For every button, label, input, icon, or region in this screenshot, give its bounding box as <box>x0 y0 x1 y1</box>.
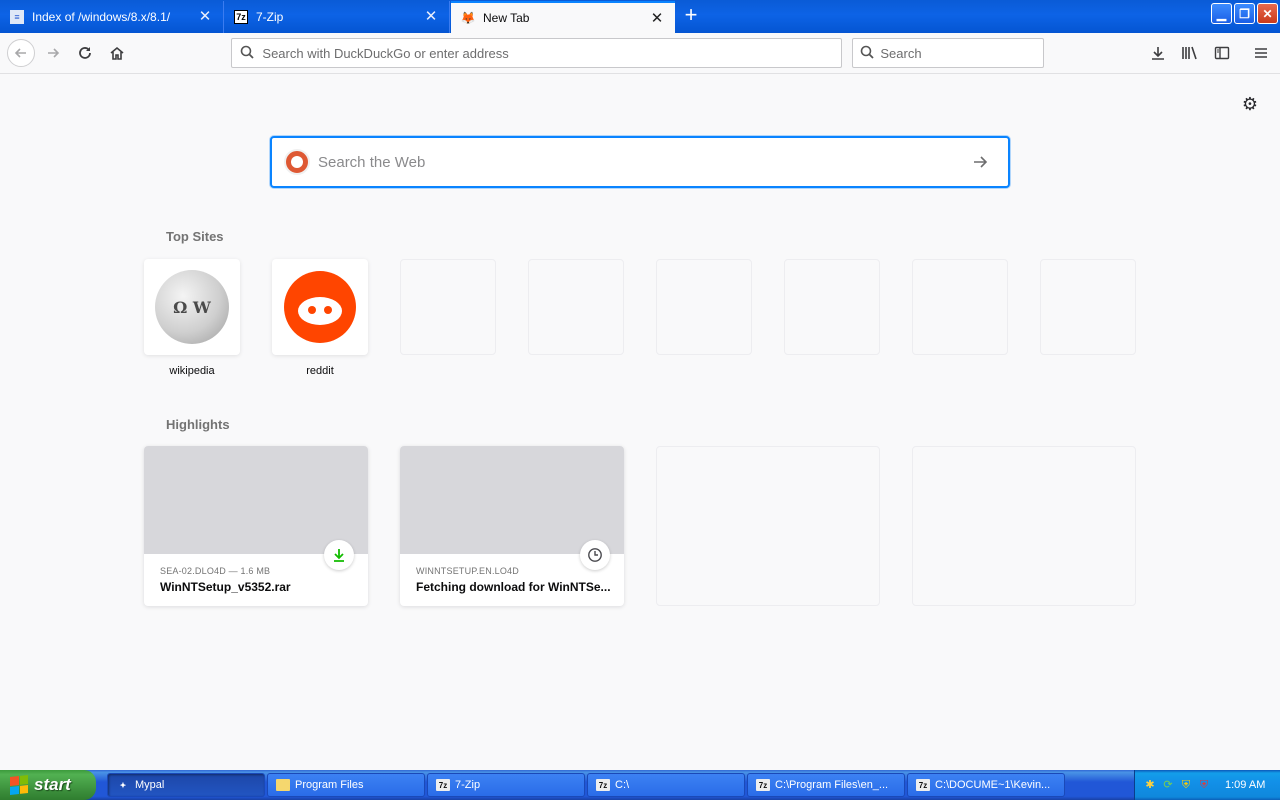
highlight-title: WinNTSetup_v5352.rar <box>160 580 291 594</box>
close-window-button[interactable]: ✕ <box>1257 3 1278 24</box>
reddit-snoo-icon <box>284 271 356 343</box>
antivirus-icon[interactable]: ⛨ <box>1197 778 1211 792</box>
library-icon[interactable] <box>1178 41 1202 65</box>
taskbar-item-label: Mypal <box>135 779 165 791</box>
taskbar-item-mypal[interactable]: ✦ Mypal <box>107 773 265 797</box>
web-search-box[interactable] <box>270 136 1010 188</box>
taskbar-item-program-files[interactable]: Program Files <box>267 773 425 797</box>
search-icon <box>232 45 262 62</box>
start-button[interactable]: start <box>0 770 96 800</box>
top-site-empty-slot <box>656 259 752 355</box>
downloads-icon[interactable] <box>1146 41 1170 65</box>
duckduckgo-logo-icon <box>284 149 310 175</box>
back-arrow-icon[interactable] <box>7 39 35 67</box>
address-bar[interactable] <box>231 38 842 68</box>
close-tab-icon[interactable]: ✕ <box>649 11 665 27</box>
taskbar: start ✦ Mypal Program Files 7z 7-Zip 7z … <box>0 770 1280 800</box>
search-icon <box>853 45 880 62</box>
download-icon <box>324 540 354 570</box>
address-input[interactable] <box>262 45 841 61</box>
gear-icon[interactable]: ⚙ <box>1240 94 1260 114</box>
system-tray: ✱ ⟳ ⛨ ⛨ 1:09 AM <box>1134 770 1280 800</box>
top-site-empty-slot <box>528 259 624 355</box>
top-site-label: reddit <box>306 365 334 377</box>
page-icon: ≡ <box>10 10 24 24</box>
minimize-window-button[interactable]: ▁ <box>1211 3 1232 24</box>
update-icon[interactable]: ⟳ <box>1161 778 1175 792</box>
new-tab-page: ⚙ Top Sites Ω W wikipedia reddit Highlig… <box>0 74 1280 770</box>
new-tab-plus-icon[interactable]: + <box>680 4 702 27</box>
7zip-icon: 7z <box>596 779 610 791</box>
reload-icon[interactable] <box>73 41 97 65</box>
start-label: start <box>34 775 71 794</box>
taskbar-item-label: C:\Program Files\en_... <box>775 779 889 791</box>
tab-new-tab[interactable]: 🦊 New Tab ✕ <box>451 1 675 33</box>
security-shield-icon[interactable]: ⛨ <box>1179 778 1193 792</box>
highlight-card[interactable]: SEA-02.DLO4D — 1.6 MB WinNTSetup_v5352.r… <box>144 446 368 606</box>
folder-icon <box>276 779 290 791</box>
tab-title: 7-Zip <box>256 10 284 24</box>
top-site-label: wikipedia <box>169 365 215 377</box>
navigation-toolbar <box>0 33 1280 74</box>
home-icon[interactable] <box>105 41 129 65</box>
7zip-icon: 7z <box>756 779 770 791</box>
top-site-reddit[interactable]: reddit <box>272 259 368 377</box>
search-input[interactable] <box>880 45 1043 61</box>
top-site-empty-slot <box>912 259 1008 355</box>
clock[interactable]: 1:09 AM <box>1225 779 1265 791</box>
highlight-thumbnail <box>144 446 368 554</box>
highlights-heading: Highlights <box>166 417 230 432</box>
top-site-empty-slot <box>400 259 496 355</box>
highlight-context: SEA-02.DLO4D — 1.6 MB <box>160 566 271 576</box>
taskbar-item-7zip[interactable]: 7z 7-Zip <box>427 773 585 797</box>
wikipedia-globe-icon: Ω W <box>155 270 229 344</box>
top-site-empty-slot <box>1040 259 1136 355</box>
taskbar-item-label: C:\DOCUME~1\Kevin... <box>935 779 1051 791</box>
tab-index-of-windows[interactable]: ≡ Index of /windows/8.x/8.1/ ✕ <box>0 1 224 33</box>
network-icon[interactable]: ✱ <box>1143 778 1157 792</box>
highlight-title: Fetching download for WinNTSe... <box>416 580 611 594</box>
top-sites-heading: Top Sites <box>166 229 224 244</box>
taskbar-item-label: Program Files <box>295 779 364 791</box>
taskbar-item-c-drive[interactable]: 7z C:\ <box>587 773 745 797</box>
taskbar-item-label: 7-Zip <box>455 779 481 791</box>
web-search-input[interactable] <box>318 153 962 171</box>
top-site-wikipedia[interactable]: Ω W wikipedia <box>144 259 240 377</box>
tab-title: New Tab <box>483 11 530 25</box>
taskbar-item-documents-kevin[interactable]: 7z C:\DOCUME~1\Kevin... <box>907 773 1065 797</box>
taskbar-item-program-files-en[interactable]: 7z C:\Program Files\en_... <box>747 773 905 797</box>
search-bar[interactable] <box>852 38 1044 68</box>
tab-title: Index of /windows/8.x/8.1/ <box>32 10 171 24</box>
hamburger-menu-icon[interactable] <box>1249 41 1273 65</box>
clock-icon <box>580 540 610 570</box>
highlight-thumbnail <box>400 446 624 554</box>
7zip-icon: 7z <box>916 779 930 791</box>
restore-window-button[interactable]: ❐ <box>1234 3 1255 24</box>
top-site-tile[interactable] <box>272 259 368 355</box>
highlight-empty-slot <box>912 446 1136 606</box>
close-tab-icon[interactable]: ✕ <box>423 9 439 25</box>
mypal-icon: ✦ <box>119 780 127 790</box>
taskbar-item-label: C:\ <box>615 779 630 791</box>
7zip-icon: 7z <box>234 10 248 24</box>
search-go-arrow-icon[interactable] <box>962 144 998 180</box>
firefox-icon: 🦊 <box>460 11 476 25</box>
top-site-tile[interactable]: Ω W <box>144 259 240 355</box>
browser-tab-bar: ≡ Index of /windows/8.x/8.1/ ✕ 7z 7-Zip … <box>0 0 1280 33</box>
close-tab-icon[interactable]: ✕ <box>197 9 213 25</box>
forward-arrow-icon[interactable] <box>41 41 65 65</box>
7zip-icon: 7z <box>436 779 450 791</box>
highlight-context: WINNTSETUP.EN.LO4D <box>416 566 519 576</box>
windows-flag-icon <box>10 775 28 795</box>
tab-7zip[interactable]: 7z 7-Zip ✕ <box>224 1 450 33</box>
top-site-empty-slot <box>784 259 880 355</box>
sidebar-toggle-icon[interactable] <box>1210 41 1234 65</box>
highlight-card[interactable]: WINNTSETUP.EN.LO4D Fetching download for… <box>400 446 624 606</box>
highlight-empty-slot <box>656 446 880 606</box>
